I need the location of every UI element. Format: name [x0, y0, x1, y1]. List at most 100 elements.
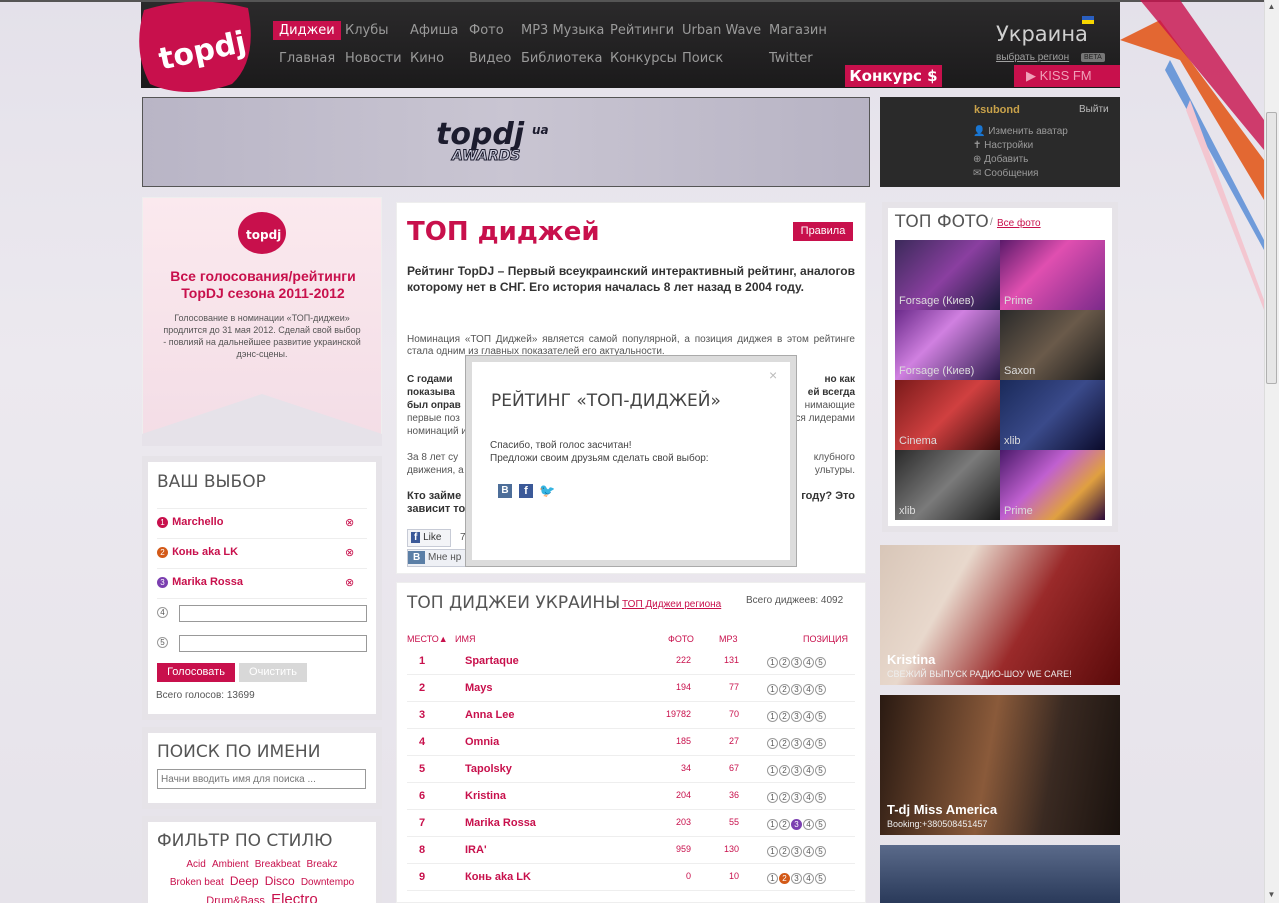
- row-name[interactable]: Kristina: [465, 790, 506, 802]
- position-radio[interactable]: 3: [791, 792, 802, 803]
- position-radio[interactable]: 2: [779, 846, 790, 857]
- voting-title[interactable]: Все голосования/рейтинги TopDJ сезона 20…: [158, 268, 368, 302]
- position-radio[interactable]: 1: [767, 684, 778, 695]
- position-radio[interactable]: 3: [791, 738, 802, 749]
- clear-button[interactable]: Очистить: [239, 663, 307, 682]
- row-mp3[interactable]: 131: [707, 655, 739, 665]
- row-photo[interactable]: 203: [647, 817, 691, 827]
- col-photo[interactable]: ФОТО: [668, 634, 694, 644]
- row-mp3[interactable]: 27: [707, 736, 739, 746]
- row-mp3[interactable]: 67: [707, 763, 739, 773]
- nav-twitter[interactable]: Twitter: [769, 51, 813, 66]
- style-link[interactable]: Deep: [230, 874, 259, 888]
- position-radio[interactable]: 5: [815, 819, 826, 830]
- row-name[interactable]: Omnia: [465, 736, 499, 748]
- row-name[interactable]: Конь aka LK: [465, 871, 531, 883]
- contest-button[interactable]: Конкурс $: [845, 65, 942, 87]
- row-name[interactable]: Mays: [465, 682, 493, 694]
- photo-thumb[interactable]: Cinema: [895, 380, 1000, 450]
- position-radio[interactable]: 2: [779, 738, 790, 749]
- style-link[interactable]: Broken beat: [170, 877, 224, 888]
- position-radio[interactable]: 3: [791, 657, 802, 668]
- choice-name[interactable]: Marika Rossa: [172, 576, 243, 588]
- nav-mp3[interactable]: MP3 Музыка: [521, 23, 604, 38]
- nav-home[interactable]: Главная: [279, 51, 335, 66]
- row-mp3[interactable]: 36: [707, 790, 739, 800]
- add-link[interactable]: ⊕ Добавить: [973, 154, 1028, 165]
- photo-thumb[interactable]: xlib: [1000, 380, 1105, 450]
- choose-region-link[interactable]: выбрать регион: [996, 52, 1069, 63]
- position-radio[interactable]: 3: [791, 711, 802, 722]
- settings-link[interactable]: ✝ Настройки: [973, 140, 1033, 151]
- row-name[interactable]: IRA': [465, 844, 487, 856]
- row-name[interactable]: Anna Lee: [465, 709, 515, 721]
- position-radio[interactable]: 4: [803, 684, 814, 695]
- style-link[interactable]: Breakz: [306, 859, 337, 870]
- row-photo[interactable]: 0: [647, 871, 691, 881]
- position-radio[interactable]: 2: [779, 792, 790, 803]
- position-radio[interactable]: 3: [791, 846, 802, 857]
- choice-input-4[interactable]: [179, 605, 367, 622]
- photo-thumb[interactable]: Forsage (Киев): [895, 310, 1000, 380]
- position-radio[interactable]: 1: [767, 765, 778, 776]
- position-radio[interactable]: 2: [779, 765, 790, 776]
- position-radio[interactable]: 4: [803, 846, 814, 857]
- col-place[interactable]: МЕСТО▲: [407, 634, 448, 644]
- all-photos-link[interactable]: Все фото: [997, 218, 1041, 229]
- position-radio[interactable]: 5: [815, 873, 826, 884]
- nav-photo[interactable]: Фото: [469, 23, 504, 38]
- row-name[interactable]: Spartaque: [465, 655, 519, 667]
- position-radio[interactable]: 5: [815, 684, 826, 695]
- position-radio[interactable]: 2: [779, 684, 790, 695]
- position-radio[interactable]: 1: [767, 873, 778, 884]
- change-avatar-link[interactable]: 👤 Изменить аватар: [973, 126, 1068, 137]
- twitter-share-icon[interactable]: 🐦: [539, 483, 555, 499]
- row-mp3[interactable]: 10: [707, 871, 739, 881]
- position-radio[interactable]: 4: [803, 792, 814, 803]
- position-radio[interactable]: 1: [767, 738, 778, 749]
- position-radio[interactable]: 2: [779, 711, 790, 722]
- row-photo[interactable]: 185: [647, 736, 691, 746]
- kissfm-button[interactable]: ▶ KISS FM: [1014, 65, 1120, 87]
- position-radio[interactable]: 2: [779, 873, 790, 884]
- row-mp3[interactable]: 130: [707, 844, 739, 854]
- photo-thumb[interactable]: Prime: [1000, 240, 1105, 310]
- photo-thumb[interactable]: Prime: [1000, 450, 1105, 520]
- position-radio[interactable]: 5: [815, 711, 826, 722]
- row-photo[interactable]: 19782: [647, 709, 691, 719]
- row-photo[interactable]: 194: [647, 682, 691, 692]
- nav-news[interactable]: Новости: [345, 51, 402, 66]
- search-name-input[interactable]: [157, 769, 366, 789]
- vk-like-button[interactable]: B Мне нр: [407, 549, 467, 567]
- position-radio[interactable]: 5: [815, 765, 826, 776]
- vote-button[interactable]: Голосовать: [157, 663, 235, 682]
- row-mp3[interactable]: 55: [707, 817, 739, 827]
- nav-shop[interactable]: Магазин: [769, 23, 827, 38]
- vk-share-icon[interactable]: B: [498, 484, 512, 498]
- style-link[interactable]: Ambient: [212, 859, 249, 870]
- promo-third[interactable]: [880, 845, 1120, 903]
- style-link[interactable]: Drum&Bass: [206, 895, 265, 903]
- scroll-down-icon[interactable]: ▼: [1264, 888, 1279, 902]
- photo-thumb[interactable]: xlib: [895, 450, 1000, 520]
- row-name[interactable]: Tapolsky: [465, 763, 512, 775]
- row-mp3[interactable]: 70: [707, 709, 739, 719]
- position-radio[interactable]: 3: [791, 819, 802, 830]
- position-radio[interactable]: 4: [803, 657, 814, 668]
- position-radio[interactable]: 5: [815, 738, 826, 749]
- photo-thumb[interactable]: Saxon: [1000, 310, 1105, 380]
- position-radio[interactable]: 1: [767, 792, 778, 803]
- nav-clubs[interactable]: Клубы: [345, 23, 389, 38]
- logout-link[interactable]: Выйти: [1079, 104, 1109, 115]
- position-radio[interactable]: 4: [803, 873, 814, 884]
- nav-search[interactable]: Поиск: [682, 51, 723, 66]
- row-photo[interactable]: 959: [647, 844, 691, 854]
- messages-link[interactable]: ✉ Сообщения: [973, 168, 1038, 179]
- nav-library[interactable]: Библиотека: [521, 51, 603, 66]
- position-radio[interactable]: 1: [767, 846, 778, 857]
- position-radio[interactable]: 4: [803, 711, 814, 722]
- facebook-share-icon[interactable]: f: [519, 484, 533, 498]
- photo-thumb[interactable]: Forsage (Киев): [895, 240, 1000, 310]
- position-radio[interactable]: 3: [791, 873, 802, 884]
- position-radio[interactable]: 1: [767, 711, 778, 722]
